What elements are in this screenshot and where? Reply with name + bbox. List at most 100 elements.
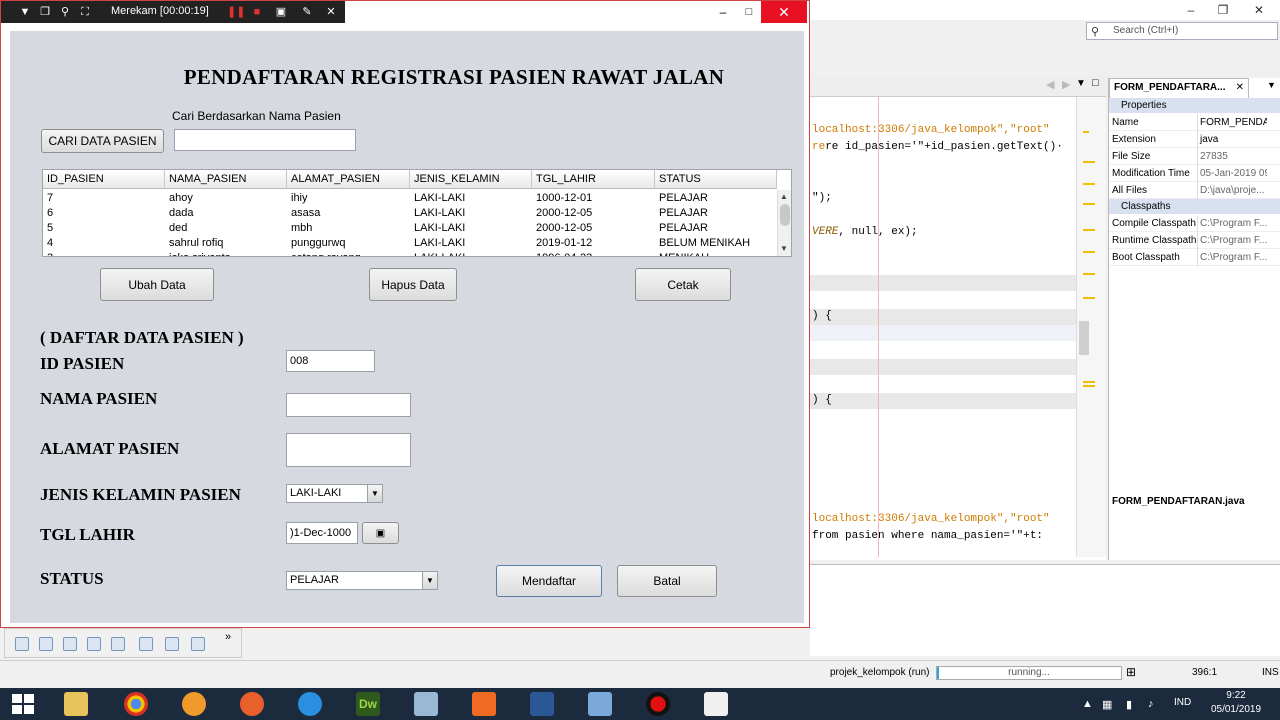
window-icon[interactable]: ❐: [37, 4, 53, 20]
output-window[interactable]: [810, 564, 1280, 656]
search-patient-button[interactable]: CARI DATA PASIEN: [41, 129, 164, 153]
table-row[interactable]: 4 sahrul rofiq punggurwq LAKI-LAKI 2019-01-1…: [43, 236, 777, 251]
column-header[interactable]: ALAMAT_PASIEN: [287, 170, 410, 189]
prop-row[interactable]: Boot Classpath C:\Program F...: [1109, 249, 1280, 266]
prop-row[interactable]: NameFORM_PENDAF...: [1109, 114, 1280, 131]
app-close-button[interactable]: ✕: [761, 1, 807, 23]
patient-table[interactable]: ID_PASIEN NAMA_PASIEN ALAMAT_PASIEN JENIS_K…: [42, 169, 792, 257]
sun-app-icon[interactable]: [182, 692, 206, 716]
dob-field[interactable]: [286, 522, 358, 544]
patient-id-field[interactable]: [286, 350, 375, 372]
code-editor[interactable]: ⊞ localhost:3306/java_kelompok","root" r…: [810, 96, 1106, 560]
table-row[interactable]: 7 ahoy ihiy LAKI-LAKI 1000-12-01 PELAJAR: [43, 191, 777, 206]
column-header[interactable]: STATUS: [655, 170, 777, 189]
prop-row[interactable]: File Size 27835: [1109, 148, 1280, 165]
internet-explorer-icon[interactable]: [298, 692, 322, 716]
prop-row[interactable]: Modification Time05-Jan-2019 09...: [1109, 165, 1280, 182]
stripe-mark[interactable]: [1083, 183, 1095, 185]
more-icon[interactable]: »: [225, 631, 231, 643]
close-icon[interactable]: ✕: [323, 4, 339, 20]
stripe-mark[interactable]: [1083, 251, 1095, 253]
table-scrollbar[interactable]: ▲ ▼: [777, 190, 791, 256]
chevron-down-icon[interactable]: ▼: [422, 572, 437, 589]
ide-restore-button[interactable]: ❐: [1208, 0, 1238, 20]
stripe-mark[interactable]: [1083, 385, 1095, 387]
editor-error-stripe[interactable]: [1076, 97, 1106, 557]
zoom-icon[interactable]: ⚲: [57, 4, 73, 20]
camera-icon[interactable]: ▣: [273, 4, 289, 20]
stripe-mark[interactable]: [1083, 161, 1095, 163]
word-icon[interactable]: [530, 692, 554, 716]
prop-row[interactable]: Extension java: [1109, 131, 1280, 148]
column-header[interactable]: JENIS_KELAMIN: [410, 170, 532, 189]
scroll-thumb[interactable]: [780, 204, 790, 226]
table-row[interactable]: 6 dada asasa LAKI-LAKI 2000-12-05 PELAJAR: [43, 206, 777, 221]
run-progress-bar[interactable]: running...: [936, 666, 1122, 680]
fullscreen-icon[interactable]: ⛶: [77, 4, 93, 20]
cancel-button[interactable]: Batal: [617, 565, 717, 597]
chevron-down-icon[interactable]: ▼: [1076, 78, 1086, 89]
stripe-mark[interactable]: [1083, 203, 1095, 205]
editor-scroll-thumb[interactable]: [1079, 321, 1089, 355]
stripe-mark[interactable]: [1083, 131, 1089, 133]
chevron-down-icon[interactable]: ▼: [367, 485, 382, 502]
palette-icon[interactable]: [63, 637, 77, 651]
pen-icon[interactable]: ✎: [299, 4, 315, 20]
palette-icon[interactable]: [15, 637, 29, 651]
prop-row[interactable]: Runtime Classpath C:\Program F...: [1109, 232, 1280, 249]
properties-tab[interactable]: FORM_PENDAFTARA... ✕: [1109, 78, 1249, 98]
nav-left-icon[interactable]: ◀: [1046, 78, 1054, 91]
start-button[interactable]: [12, 694, 36, 716]
stripe-mark[interactable]: [1083, 229, 1095, 231]
status-select[interactable]: PELAJAR ▼: [286, 571, 438, 590]
palette-icon[interactable]: [111, 637, 125, 651]
search-input[interactable]: [174, 129, 356, 151]
clock[interactable]: 9:22 05/01/2019: [1204, 689, 1268, 717]
palette-icon[interactable]: [39, 637, 53, 651]
props-section-properties[interactable]: Properties: [1109, 98, 1280, 113]
stripe-mark[interactable]: [1083, 297, 1095, 299]
palette-icon[interactable]: [87, 637, 101, 651]
network-icon[interactable]: ▦: [1102, 698, 1112, 711]
gender-select[interactable]: LAKI-LAKI ▼: [286, 484, 383, 503]
nav-right-icon[interactable]: ▶: [1062, 78, 1070, 91]
xampp-icon[interactable]: [472, 692, 496, 716]
props-section-classpaths[interactable]: Classpaths: [1109, 199, 1280, 214]
app-maximize-button[interactable]: □: [737, 1, 761, 23]
column-header[interactable]: TGL_LAHIR: [532, 170, 655, 189]
close-icon[interactable]: ✕: [1236, 79, 1244, 97]
palette-icon[interactable]: [165, 637, 179, 651]
column-header[interactable]: NAMA_PASIEN: [165, 170, 287, 189]
delete-data-button[interactable]: Hapus Data: [369, 268, 457, 301]
volume-icon[interactable]: ♪: [1148, 698, 1154, 710]
calendar-button[interactable]: ▣: [362, 522, 399, 544]
print-button[interactable]: Cetak: [635, 268, 731, 301]
stop-icon[interactable]: ⊞: [1126, 665, 1136, 679]
virtualbox-icon[interactable]: [588, 692, 612, 716]
patient-address-field[interactable]: [286, 433, 411, 467]
recorder-icon[interactable]: [646, 692, 670, 716]
pause-icon[interactable]: ❚❚: [227, 4, 245, 20]
palette-icon[interactable]: [191, 637, 205, 651]
ide-close-button[interactable]: ✕: [1244, 0, 1274, 20]
chrome-icon[interactable]: [124, 692, 148, 716]
edit-data-button[interactable]: Ubah Data: [100, 268, 214, 301]
prop-row[interactable]: All Files D:\java\proje...: [1109, 182, 1280, 199]
stripe-mark[interactable]: [1083, 381, 1095, 383]
table-row[interactable]: 5 ded mbh LAKI-LAKI 2000-12-05 PELAJAR: [43, 221, 777, 236]
scroll-down-icon[interactable]: ▼: [780, 244, 788, 253]
table-row[interactable]: 3joko sriyantocetang rayangLAKI-LAKI1996…: [43, 251, 777, 256]
ide-search-input[interactable]: ⚲ Search (Ctrl+I): [1086, 22, 1278, 40]
input-language[interactable]: IND: [1174, 697, 1191, 708]
maximize-icon[interactable]: □: [1092, 77, 1099, 89]
ide-minimize-button[interactable]: –: [1176, 0, 1206, 20]
firefox-icon[interactable]: [240, 692, 264, 716]
dreamweaver-icon[interactable]: Dw: [356, 692, 380, 716]
chevron-down-icon[interactable]: ▼: [1267, 80, 1276, 90]
prop-row[interactable]: Compile Classpath C:\Program F...: [1109, 215, 1280, 232]
file-explorer-icon[interactable]: [64, 692, 88, 716]
stripe-mark[interactable]: [1083, 273, 1095, 275]
chevron-down-icon[interactable]: ▼: [17, 4, 33, 20]
app-minimize-button[interactable]: –: [709, 1, 737, 23]
battery-icon[interactable]: ▮: [1126, 698, 1132, 711]
